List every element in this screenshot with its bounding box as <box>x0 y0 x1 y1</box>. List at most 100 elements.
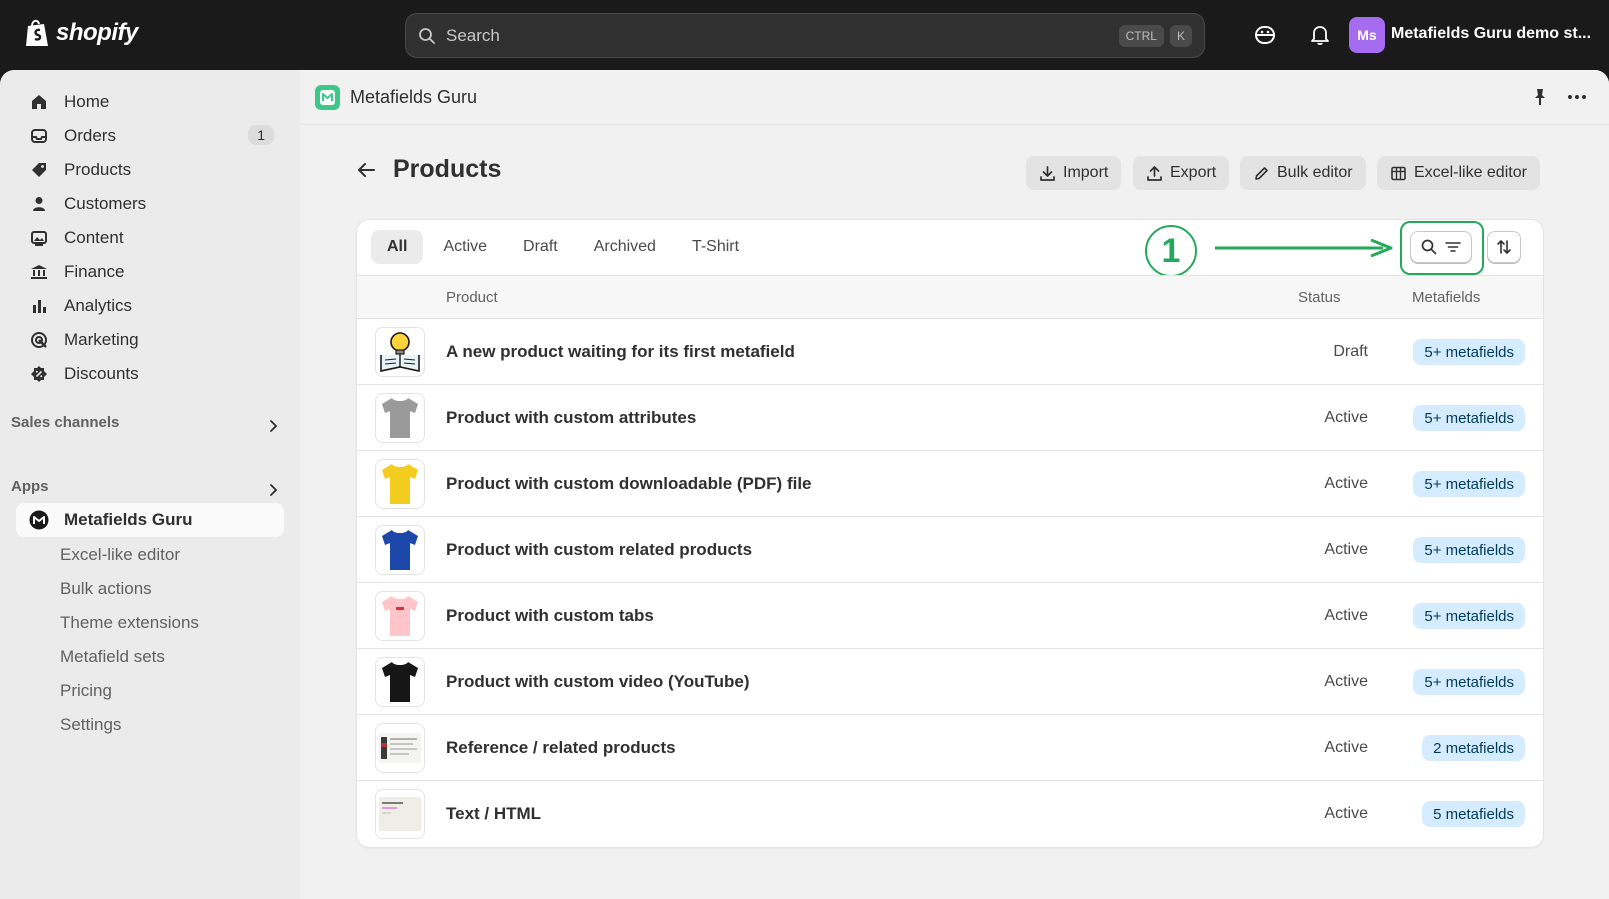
sidebar-item-finance[interactable]: Finance <box>16 255 284 289</box>
tab-archived[interactable]: Archived <box>578 230 672 264</box>
sidebar-subitem-excel-editor[interactable]: Excel-like editor <box>60 545 180 565</box>
tab-t-shirt[interactable]: T-Shirt <box>676 230 755 264</box>
annotation-step-number: 1 <box>1145 225 1197 277</box>
sidebar-item-label: Metafields Guru <box>64 510 193 529</box>
table-row[interactable]: Product with custom video (YouTube) Acti… <box>357 649 1543 715</box>
sidebar-item-orders[interactable]: Orders 1 <box>16 119 284 153</box>
tab-draft[interactable]: Draft <box>507 230 574 264</box>
search-icon <box>419 27 435 44</box>
metafields-count-badge[interactable]: 5+ metafields <box>1413 405 1525 431</box>
sidebar-item-label: Finance <box>64 262 125 281</box>
sidebar-item-metafields-guru[interactable]: Metafields Guru <box>16 503 284 537</box>
import-button[interactable]: Import <box>1026 156 1122 190</box>
product-thumbnail <box>375 525 425 575</box>
orders-count-badge: 1 <box>248 125 274 145</box>
metafields-count-badge[interactable]: 5+ metafields <box>1413 537 1525 563</box>
column-header-status[interactable]: Status <box>1298 289 1341 306</box>
sidebar-item-customers[interactable]: Customers <box>16 187 284 221</box>
table-row[interactable]: Product with custom downloadable (PDF) f… <box>357 451 1543 517</box>
sidebar-item-home[interactable]: Home <box>16 85 284 119</box>
bulk-editor-button[interactable]: Bulk editor <box>1240 156 1366 190</box>
import-label: Import <box>1063 164 1109 181</box>
export-label: Export <box>1170 164 1217 181</box>
metafields-count-badge[interactable]: 5+ metafields <box>1413 669 1525 695</box>
table-row[interactable]: Text / HTML Active 5 metafields <box>357 781 1543 847</box>
page-screenshot-thumb-icon <box>379 733 421 763</box>
tab-active[interactable]: Active <box>427 230 503 264</box>
sidebar-item-label: Products <box>64 160 132 179</box>
product-thumbnail <box>375 789 425 839</box>
product-thumbnail <box>375 459 425 509</box>
top-bar: shopify CTRL K Ms Metafields Guru demo s… <box>0 0 1609 70</box>
metafields-count-badge[interactable]: 5+ metafields <box>1413 339 1525 365</box>
search-icon <box>1421 239 1437 255</box>
sidebar-item-products[interactable]: Products <box>16 153 284 187</box>
sidebar-item-analytics[interactable]: Analytics <box>16 289 284 323</box>
sort-button[interactable] <box>1487 231 1521 263</box>
export-button[interactable]: Export <box>1133 156 1230 190</box>
sidebar-subitem-pricing[interactable]: Pricing <box>60 681 112 701</box>
metafields-count-badge[interactable]: 5 metafields <box>1422 801 1525 827</box>
column-header-metafields[interactable]: Metafields <box>1412 289 1480 306</box>
product-name-link[interactable]: Product with custom attributes <box>446 408 696 428</box>
bank-icon <box>28 261 50 283</box>
table-header: Product Status Metafields <box>357 275 1543 319</box>
sales-channels-section[interactable]: Sales channels <box>11 414 119 431</box>
table-row[interactable]: Product with custom tabs Active 5+ metaf… <box>357 583 1543 649</box>
sidekick-icon[interactable] <box>1252 22 1278 48</box>
product-name-link[interactable]: Product with custom tabs <box>446 606 654 626</box>
pink-tshirt-icon <box>382 596 418 636</box>
sidebar-item-content[interactable]: Content <box>16 221 284 255</box>
page-title: Products <box>393 155 502 183</box>
pin-icon[interactable] <box>1530 87 1550 107</box>
excel-like-editor-button[interactable]: Excel-like editor <box>1377 156 1540 190</box>
product-name-link[interactable]: A new product waiting for its first meta… <box>446 342 795 362</box>
sidebar-subitem-metafield-sets[interactable]: Metafield sets <box>60 647 165 667</box>
notifications-bell-icon[interactable] <box>1307 22 1333 48</box>
table-row[interactable]: Reference / related products Active 2 me… <box>357 715 1543 781</box>
app-title: Metafields Guru <box>350 87 478 107</box>
sidebar-subitem-bulk-actions[interactable]: Bulk actions <box>60 579 152 599</box>
more-actions-icon[interactable] <box>1565 87 1589 107</box>
metafields-count-badge[interactable]: 5+ metafields <box>1413 471 1525 497</box>
metafields-count-badge[interactable]: 5+ metafields <box>1413 603 1525 629</box>
chevron-right-icon[interactable] <box>266 419 280 433</box>
shopify-bag-icon <box>26 19 48 46</box>
back-arrow-icon[interactable] <box>355 159 377 181</box>
apps-section[interactable]: Apps <box>11 478 49 495</box>
table-row[interactable]: Product with custom attributes Active 5+… <box>357 385 1543 451</box>
product-thumbnail <box>375 657 425 707</box>
sidebar-item-marketing[interactable]: Marketing <box>16 323 284 357</box>
product-name-link[interactable]: Text / HTML <box>446 804 541 824</box>
shortcut-key-k: K <box>1169 24 1192 47</box>
product-name-link[interactable]: Product with custom video (YouTube) <box>446 672 749 692</box>
table-row[interactable]: Product with custom related products Act… <box>357 517 1543 583</box>
global-search-bar[interactable]: CTRL K <box>405 13 1205 58</box>
filter-tabs: All Active Draft Archived T-Shirt <box>371 230 755 264</box>
tag-icon <box>28 159 50 181</box>
store-avatar[interactable]: Ms <box>1349 17 1385 53</box>
chevron-right-icon[interactable] <box>266 483 280 497</box>
product-thumbnail <box>375 393 425 443</box>
sidebar-item-discounts[interactable]: Discounts <box>16 357 284 391</box>
products-card: All Active Draft Archived T-Shirt 1 Prod… <box>357 220 1543 847</box>
table-row[interactable]: A new product waiting for its first meta… <box>357 319 1543 385</box>
search-filter-button[interactable] <box>1410 231 1472 263</box>
product-status: Active <box>1324 607 1368 624</box>
annotation-arrow-icon <box>1215 238 1393 258</box>
product-name-link[interactable]: Reference / related products <box>446 738 676 758</box>
product-name-link[interactable]: Product with custom downloadable (PDF) f… <box>446 474 812 494</box>
person-icon <box>28 193 50 215</box>
shopify-logo[interactable]: shopify <box>24 18 138 48</box>
orders-icon <box>28 125 50 147</box>
store-name[interactable]: Metafields Guru demo st... <box>1391 25 1591 43</box>
column-header-product[interactable]: Product <box>446 289 498 306</box>
metafields-count-badge[interactable]: 2 metafields <box>1422 735 1525 761</box>
sidebar-subitem-settings[interactable]: Settings <box>60 715 121 735</box>
sidebar-subitem-theme-extensions[interactable]: Theme extensions <box>60 613 199 633</box>
product-status: Active <box>1324 673 1368 690</box>
yellow-tshirt-icon <box>382 464 418 504</box>
tab-all[interactable]: All <box>371 230 424 264</box>
search-input[interactable] <box>446 25 1113 46</box>
product-name-link[interactable]: Product with custom related products <box>446 540 752 560</box>
